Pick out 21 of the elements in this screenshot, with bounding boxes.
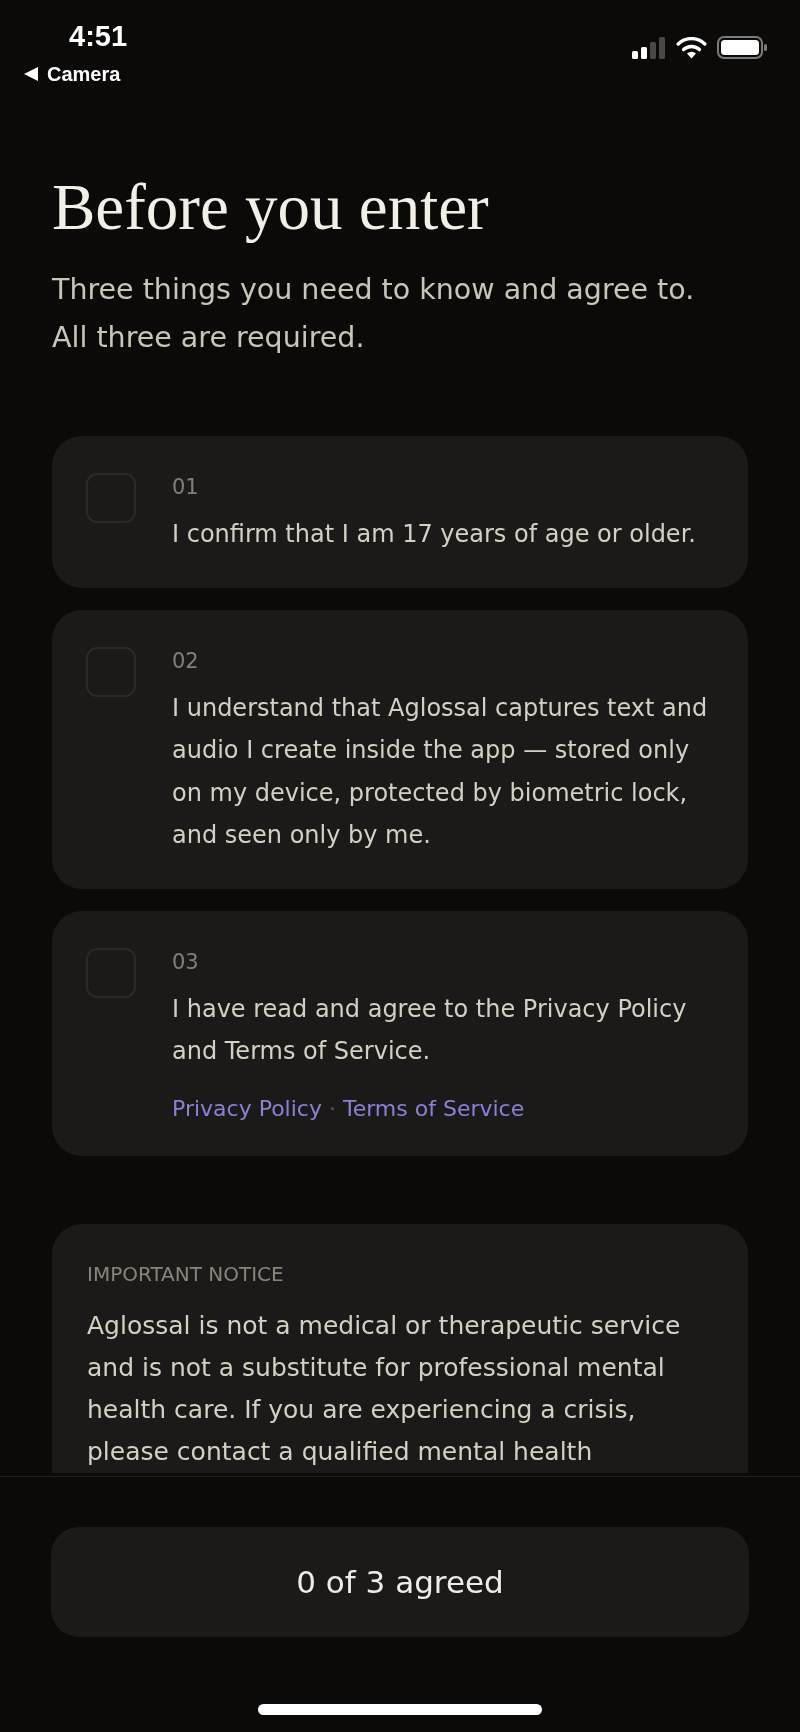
signal-icon (632, 37, 666, 59)
back-triangle-icon (24, 67, 38, 81)
page-title: Before you enter (52, 171, 490, 243)
item-number: 03 (172, 948, 199, 975)
notice-text: Aglossal is not a medical or therapeutic service and is not a substitute for professional mental health care. If you are experiencing a crisis, please contact a qualified mental health (87, 1309, 682, 1468)
notice-label: IMPORTANT NOTICE (87, 1260, 284, 1287)
policy-link[interactable]: Terms of Service (342, 1093, 525, 1124)
agreement-text: I have read and agree to the Privacy Policy and Terms of Service. (172, 993, 688, 1067)
agreement-text: I confirm that I am 17 years of age or older. (172, 519, 696, 550)
item-number: 01 (172, 474, 199, 500)
subtitle-text: Three things you need to know and agree to. (52, 272, 696, 308)
link-separator: · (328, 1094, 336, 1123)
subtitle-text: All three are required. (52, 320, 366, 356)
item-number: 02 (172, 647, 199, 674)
agree-progress-button[interactable]: 0 of 3 agreed (51, 1527, 749, 1637)
agreement-text: I understand that Aglossal captures text and audio I create inside the app — stored only on my device, protected by biometric lock, and seen only by me. (172, 692, 709, 851)
back-button[interactable]: Camera (24, 62, 121, 86)
status-time: 4:51 (69, 20, 128, 52)
battery-icon (717, 36, 767, 59)
policy-link[interactable]: Privacy Policy (172, 1093, 322, 1124)
wifi-icon (676, 37, 707, 59)
